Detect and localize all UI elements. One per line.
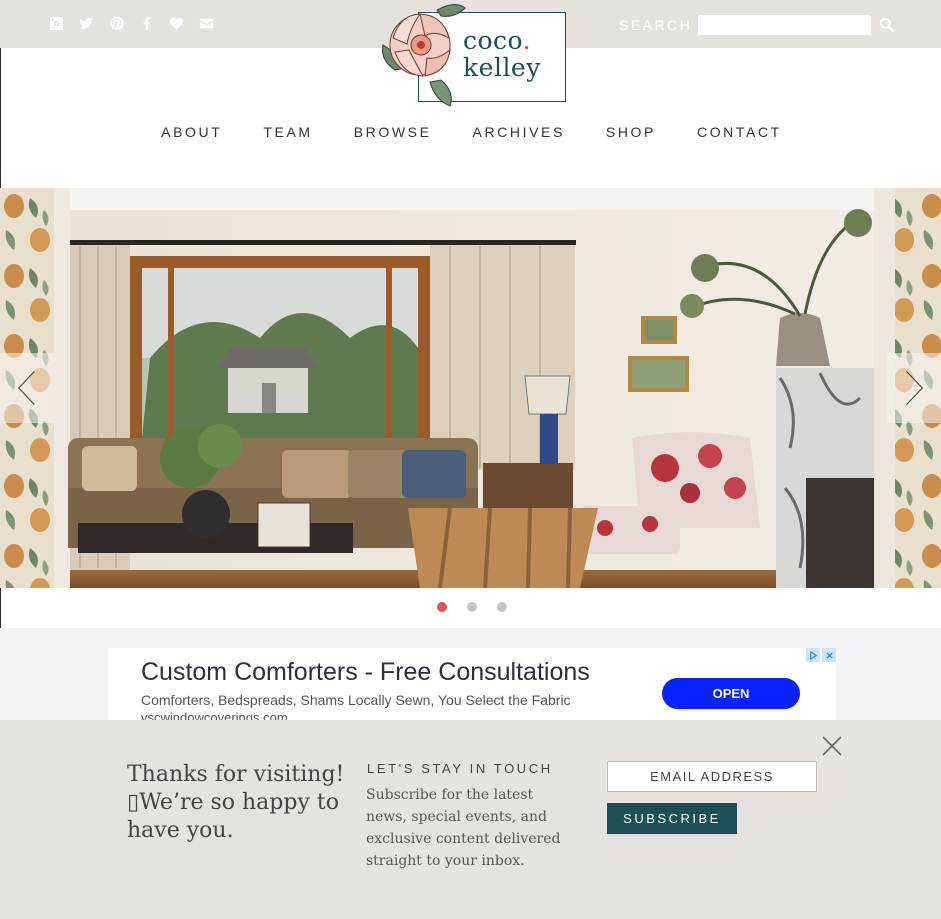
chevron-left-icon xyxy=(17,371,35,405)
chevron-right-icon xyxy=(906,371,924,405)
slider-next-button[interactable] xyxy=(887,353,941,423)
nav-item-about[interactable]: ABOUT xyxy=(161,124,222,140)
nav-item-contact[interactable]: CONTACT xyxy=(697,124,782,140)
search-icon xyxy=(879,17,895,33)
ad-url[interactable]: vscwindowcoverings.com xyxy=(141,710,288,720)
search-button[interactable] xyxy=(878,17,896,35)
heart-icon[interactable] xyxy=(168,15,184,31)
ad-open-button[interactable]: OPEN xyxy=(662,678,800,709)
slider-dot-2[interactable] xyxy=(467,602,477,612)
slider-dot-3[interactable] xyxy=(497,602,507,612)
peony-flower-illustration xyxy=(382,4,466,107)
nav-item-team[interactable]: TEAM xyxy=(263,124,312,140)
nav-item-archives[interactable]: ARCHIVES xyxy=(473,124,565,140)
slider-prev-button[interactable] xyxy=(0,353,54,423)
popup-body: Subscribe for the latest news, special e… xyxy=(366,787,561,869)
facebook-icon[interactable] xyxy=(138,15,154,31)
popup-thanks-message: Thanks for visiting! ▯We’re so happy to … xyxy=(127,762,345,843)
envelope-icon[interactable] xyxy=(198,15,214,31)
nav-item-browse[interactable]: BROWSE xyxy=(354,124,432,140)
ad-close-icon[interactable] xyxy=(822,648,836,662)
logo-word-kelley: kelley xyxy=(463,53,541,82)
search-label: SEARCH xyxy=(619,17,693,33)
subscribe-popup: Thanks for visiting! ▯We’re so happy to … xyxy=(0,720,941,919)
logo-wordmark: coco. kelley xyxy=(463,28,541,80)
popup-heading: LET'S STAY IN TOUCH xyxy=(367,761,553,776)
hero-slider xyxy=(0,188,941,588)
hero-image xyxy=(0,188,941,588)
ad-description: Comforters, Bedspreads, Shams Locally Se… xyxy=(141,692,571,708)
logo-word-coco: coco xyxy=(463,26,523,55)
main-nav: ABOUT TEAM BROWSE ARCHIVES SHOP CONTACT xyxy=(0,124,941,140)
advertisement[interactable]: Custom Comforters - Free Consultations C… xyxy=(108,648,836,720)
ad-title[interactable]: Custom Comforters - Free Consultations xyxy=(141,658,590,687)
instagram-icon[interactable] xyxy=(48,15,64,31)
email-field[interactable] xyxy=(607,761,817,792)
twitter-icon[interactable] xyxy=(78,15,94,31)
slider-dot-1[interactable] xyxy=(437,602,447,612)
nav-item-shop[interactable]: SHOP xyxy=(606,124,656,140)
ad-choices[interactable] xyxy=(804,648,836,662)
close-icon[interactable] xyxy=(822,736,842,756)
subscribe-button[interactable]: SUBSCRIBE xyxy=(607,803,737,834)
site-logo[interactable]: coco. kelley xyxy=(375,0,570,108)
pinterest-icon[interactable] xyxy=(108,15,124,31)
logo-dot: . xyxy=(522,26,532,55)
adchoices-icon[interactable] xyxy=(806,648,820,662)
search-input[interactable] xyxy=(698,15,871,35)
social-links xyxy=(48,15,214,31)
slider-dots xyxy=(0,602,941,612)
